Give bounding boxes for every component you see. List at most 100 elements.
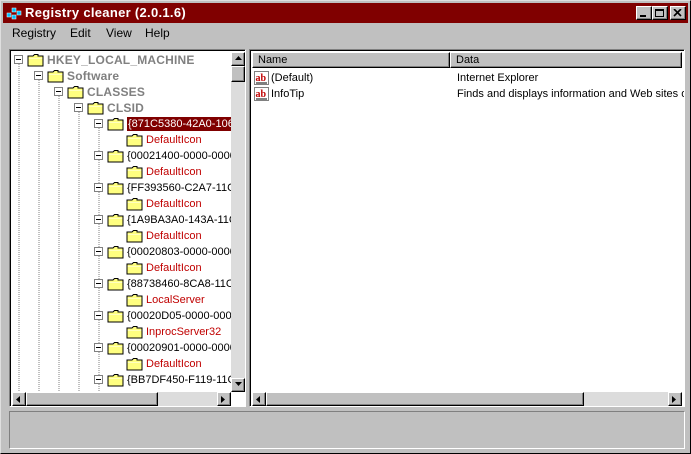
tree-node[interactable]: {871C5380-42A0-1069 xyxy=(10,116,242,132)
minimize-button[interactable] xyxy=(636,6,652,20)
tree-node[interactable]: DefaultIcon xyxy=(10,164,231,180)
value-list[interactable]: Name Data ab (Default) Internet Explorer ab… xyxy=(249,49,685,407)
menu-edit[interactable]: Edit xyxy=(70,26,91,40)
string-value-icon: ab xyxy=(254,71,269,85)
tree-node[interactable]: CLSID xyxy=(10,100,231,116)
folder-icon xyxy=(126,261,144,275)
tree-node-label: InprocServer32 xyxy=(146,326,222,338)
list-scroll-left-button[interactable] xyxy=(252,392,266,406)
column-header-name[interactable]: Name xyxy=(252,52,450,68)
value-data: Internet Explorer xyxy=(457,72,539,84)
menu-registry[interactable]: Registry xyxy=(12,26,56,40)
collapse-toggle-icon[interactable] xyxy=(94,119,103,128)
folder-icon xyxy=(107,373,125,387)
collapse-toggle-icon[interactable] xyxy=(94,215,103,224)
tree-node[interactable]: DefaultIcon xyxy=(10,196,231,212)
tree-horizontal-scrollbar[interactable] xyxy=(12,392,231,406)
folder-icon xyxy=(87,101,105,115)
tree-scroll-down-button[interactable] xyxy=(231,378,245,392)
folder-icon xyxy=(107,149,125,163)
collapse-toggle-icon[interactable] xyxy=(14,55,23,64)
collapse-toggle-icon[interactable] xyxy=(94,247,103,256)
arrow-left-icon xyxy=(16,396,20,403)
tree-node[interactable]: LocalServer xyxy=(10,292,231,308)
tree-scroll-right-button[interactable] xyxy=(217,392,231,406)
tree-node-label: {00020803-0000-0000 xyxy=(127,246,236,258)
list-scroll-right-button[interactable] xyxy=(668,392,682,406)
list-hscroll-thumb[interactable] xyxy=(266,392,584,406)
tree-node-label: DefaultIcon xyxy=(146,262,202,274)
menu-help[interactable]: Help xyxy=(145,26,170,40)
folder-icon xyxy=(126,357,144,371)
tree-node-label: {88738460-8CA8-11C xyxy=(127,278,234,290)
tree-node[interactable]: HKEY_LOCAL_MACHINE xyxy=(10,52,231,68)
window-title: Registry cleaner (2.0.1.6) xyxy=(25,5,186,20)
tree-node-label: CLSID xyxy=(107,101,144,115)
maximize-button[interactable] xyxy=(652,6,668,20)
tree-node-label: DefaultIcon xyxy=(146,358,202,370)
tree-node[interactable]: {00020901-0000-0000 xyxy=(10,340,236,356)
collapse-toggle-icon[interactable] xyxy=(94,279,103,288)
folder-icon xyxy=(107,309,125,323)
folder-icon xyxy=(126,165,144,179)
collapse-toggle-icon[interactable] xyxy=(34,71,43,80)
tree-node-label: {871C5380-42A0-1069 xyxy=(126,116,242,132)
collapse-toggle-icon[interactable] xyxy=(54,87,63,96)
close-icon xyxy=(673,9,682,17)
tree-node[interactable]: DefaultIcon xyxy=(10,228,231,244)
arrow-up-icon xyxy=(235,56,242,60)
tree-node[interactable]: CLASSES xyxy=(10,84,231,100)
tree-scroll-up-button[interactable] xyxy=(231,52,245,66)
menu-view[interactable]: View xyxy=(106,26,132,40)
tree-node[interactable]: {00020D05-0000-0000 xyxy=(10,308,238,324)
tree-node-label: DefaultIcon xyxy=(146,230,202,242)
tree-node[interactable]: {FF393560-C2A7-11C xyxy=(10,180,235,196)
tree-node-label: {1A9BA3A0-143A-11C xyxy=(127,214,237,226)
collapse-toggle-icon[interactable] xyxy=(94,375,103,384)
list-item[interactable]: ab InfoTip Finds and displays information … xyxy=(252,86,685,102)
folder-icon xyxy=(107,245,125,259)
value-data: Finds and displays information and Web s… xyxy=(457,88,685,100)
value-name: InfoTip xyxy=(271,88,305,100)
tree-node[interactable]: {00020803-0000-0000 xyxy=(10,244,236,260)
arrow-down-icon xyxy=(235,382,242,386)
title-bar[interactable]: Registry cleaner (2.0.1.6) xyxy=(3,3,688,23)
tree-scroll-left-button[interactable] xyxy=(12,392,26,406)
tree-node-label: {00020901-0000-0000 xyxy=(127,342,236,354)
tree-node[interactable]: DefaultIcon xyxy=(10,260,231,276)
tree-node-label: {BB7DF450-F119-11C xyxy=(127,374,236,386)
folder-icon xyxy=(107,213,125,227)
tree-vertical-scrollbar[interactable] xyxy=(231,52,245,392)
tree-node-label: Software xyxy=(67,69,120,83)
registry-tree[interactable]: HKEY_LOCAL_MACHINE Software CLASSES CLSID {8… xyxy=(9,49,246,407)
collapse-toggle-icon[interactable] xyxy=(94,151,103,160)
list-horizontal-scrollbar[interactable] xyxy=(252,392,682,406)
tree-node[interactable]: Software xyxy=(10,68,231,84)
tree-node[interactable]: {1A9BA3A0-143A-11C xyxy=(10,212,237,228)
tree-node[interactable]: {00021400-0000-0000 xyxy=(10,148,236,164)
tree-node[interactable]: {88738460-8CA8-11C xyxy=(10,276,234,292)
tree-node[interactable]: DefaultIcon xyxy=(10,132,231,148)
collapse-toggle-icon[interactable] xyxy=(74,103,83,112)
list-item[interactable]: ab (Default) Internet Explorer xyxy=(252,70,682,86)
collapse-toggle-icon[interactable] xyxy=(94,343,103,352)
tree-node[interactable]: {BB7DF450-F119-11C xyxy=(10,372,235,388)
folder-icon xyxy=(107,277,125,291)
collapse-toggle-icon[interactable] xyxy=(94,183,103,192)
close-button[interactable] xyxy=(670,6,686,20)
folder-icon xyxy=(126,197,144,211)
tree-scroll-thumb[interactable] xyxy=(231,66,245,82)
folder-icon xyxy=(67,85,85,99)
tree-hscroll-thumb[interactable] xyxy=(26,392,158,406)
status-bar xyxy=(9,411,685,449)
tree-node-label: CLASSES xyxy=(87,85,146,99)
tree-node[interactable]: InprocServer32 xyxy=(10,324,231,340)
folder-icon xyxy=(107,341,125,355)
arrow-left-icon xyxy=(256,396,260,403)
tree-node[interactable]: DefaultIcon xyxy=(10,356,231,372)
column-header-data[interactable]: Data xyxy=(450,52,682,68)
folder-icon xyxy=(126,325,144,339)
string-value-icon: ab xyxy=(254,87,269,101)
collapse-toggle-icon[interactable] xyxy=(94,311,103,320)
svg-text:ab: ab xyxy=(256,89,267,100)
